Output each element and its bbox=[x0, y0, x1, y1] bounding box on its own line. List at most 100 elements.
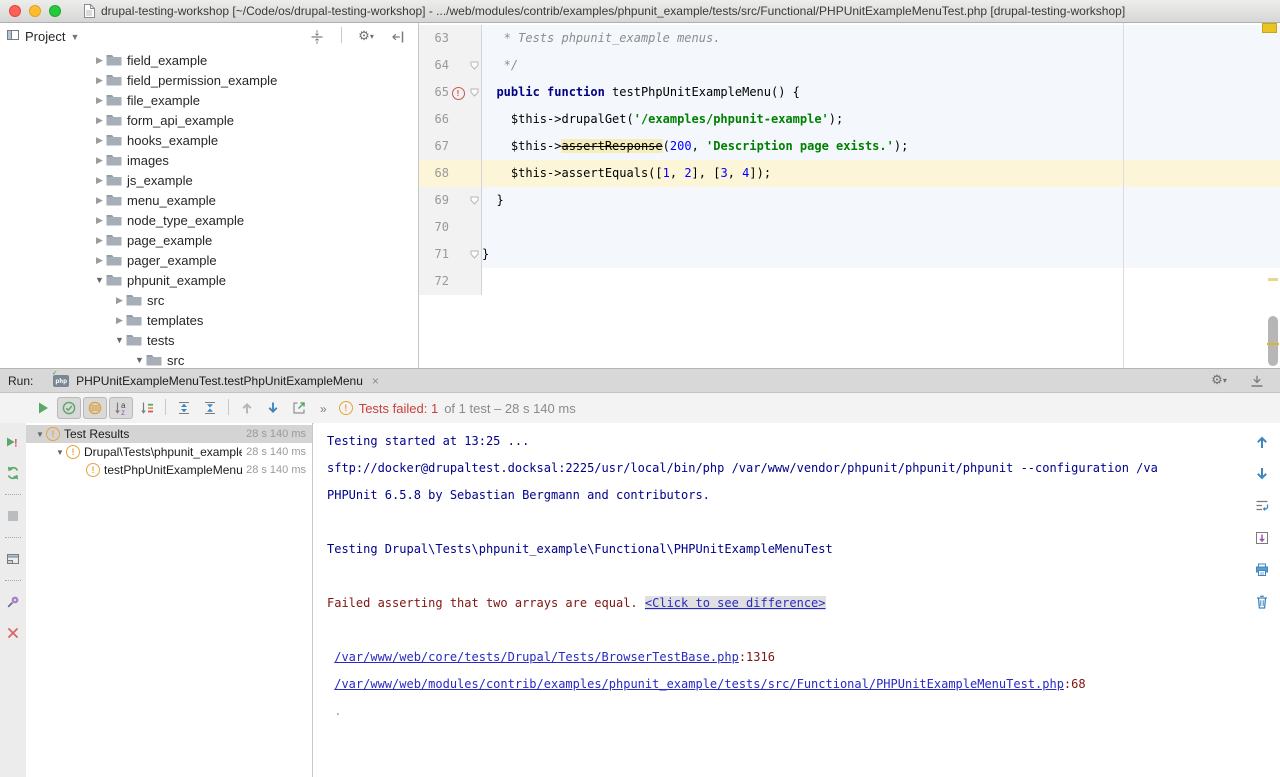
fold-region-icon[interactable] bbox=[467, 196, 481, 205]
project-tree-item-hooks_example[interactable]: ▶hooks_example bbox=[0, 130, 417, 150]
chevron-down-icon[interactable]: ▼ bbox=[70, 32, 79, 42]
scroll-to-end-button[interactable] bbox=[1250, 527, 1274, 549]
previous-failed-test-button[interactable] bbox=[235, 397, 259, 419]
soft-wrap-button[interactable] bbox=[1250, 495, 1274, 517]
collapse-arrow-icon[interactable]: ▼ bbox=[93, 275, 106, 285]
settings-gear-button[interactable]: ⚙▾ bbox=[1207, 370, 1231, 392]
code-text[interactable]: $this->drupalGet('/examples/phpunit-exam… bbox=[481, 106, 1280, 133]
project-tree-item-pager_example[interactable]: ▶pager_example bbox=[0, 250, 417, 270]
up-the-stack-trace-button[interactable] bbox=[1250, 431, 1274, 453]
code-text[interactable] bbox=[481, 268, 1280, 295]
project-tree-item-form_api_example[interactable]: ▶form_api_example bbox=[0, 110, 417, 130]
collapse-panel-button[interactable] bbox=[305, 26, 329, 48]
restore-layout-button[interactable] bbox=[1, 548, 25, 570]
close-button[interactable] bbox=[1, 622, 25, 644]
rerun-failed-tests-button[interactable]: ! bbox=[1, 431, 25, 453]
run-tab[interactable]: ✓php PHPUnitExampleMenuTest.testPhpUnitE… bbox=[47, 369, 385, 392]
hide-panel-button[interactable] bbox=[386, 26, 410, 48]
project-tree-item-tests[interactable]: ▼tests bbox=[0, 330, 417, 350]
expand-arrow-icon[interactable]: ▶ bbox=[93, 195, 106, 206]
code-text[interactable]: $this->assertEquals([1, 2], [3, 4]); bbox=[481, 160, 1280, 187]
fold-region-icon[interactable] bbox=[467, 250, 481, 259]
project-tree-item-phpunit_example[interactable]: ▼phpunit_example bbox=[0, 270, 417, 290]
clear-all-button[interactable] bbox=[1250, 591, 1274, 613]
show-ignored-button[interactable] bbox=[83, 397, 107, 419]
zoom-window-button[interactable] bbox=[49, 5, 61, 17]
expand-arrow-icon[interactable]: ▶ bbox=[93, 115, 106, 126]
collapse-arrow-icon[interactable]: ▼ bbox=[34, 430, 46, 439]
stop-button[interactable] bbox=[1, 505, 25, 527]
expand-all-button[interactable] bbox=[172, 397, 196, 419]
sort-by-duration-button[interactable] bbox=[135, 397, 159, 419]
editor-line-70[interactable]: 70 bbox=[419, 214, 1280, 241]
code-text[interactable]: * Tests phpunit_example menus. bbox=[481, 25, 1280, 52]
code-text[interactable]: } bbox=[481, 187, 1280, 214]
diff-link[interactable]: <Click to see difference> bbox=[645, 596, 826, 610]
project-tree-item-field_permission_example[interactable]: ▶field_permission_example bbox=[0, 70, 417, 90]
project-tree-item-file_example[interactable]: ▶file_example bbox=[0, 90, 417, 110]
expand-arrow-icon[interactable]: ▶ bbox=[93, 155, 106, 166]
test-tree-row[interactable]: !testPhpUnitExampleMenu28 s 140 ms bbox=[26, 461, 312, 479]
project-tree-item-menu_example[interactable]: ▶menu_example bbox=[0, 190, 417, 210]
project-tree-item-js_example[interactable]: ▶js_example bbox=[0, 170, 417, 190]
expand-arrow-icon[interactable]: ▶ bbox=[113, 315, 126, 326]
code-text[interactable] bbox=[481, 214, 1280, 241]
code-editor[interactable]: 63 * Tests phpunit_example menus.64 */65… bbox=[418, 23, 1280, 368]
editor-line-72[interactable]: 72 bbox=[419, 268, 1280, 295]
rerun-button[interactable] bbox=[1, 462, 25, 484]
sort-alphabetically-button[interactable]: az bbox=[109, 397, 133, 419]
minimize-window-button[interactable] bbox=[29, 5, 41, 17]
project-tree-item-node_type_example[interactable]: ▶node_type_example bbox=[0, 210, 417, 230]
expand-arrow-icon[interactable]: ▶ bbox=[93, 175, 106, 186]
editor-line-64[interactable]: 64 */ bbox=[419, 52, 1280, 79]
import-test-results-button[interactable] bbox=[287, 397, 311, 419]
down-the-stack-trace-button[interactable] bbox=[1250, 463, 1274, 485]
inspection-indicator[interactable] bbox=[1262, 23, 1277, 33]
code-text[interactable]: } bbox=[481, 241, 1280, 268]
close-tab-icon[interactable]: × bbox=[372, 374, 379, 388]
editor-line-67[interactable]: 67 $this->assertResponse(200, 'Descripti… bbox=[419, 133, 1280, 160]
editor-scrollbar[interactable] bbox=[1268, 316, 1278, 366]
test-tree-row[interactable]: ▼!Drupal\Tests\phpunit_example\Functiona… bbox=[26, 443, 312, 461]
fold-region-icon[interactable] bbox=[467, 61, 481, 70]
collapse-arrow-icon[interactable]: ▼ bbox=[54, 448, 66, 457]
next-failed-test-button[interactable] bbox=[261, 397, 285, 419]
expand-arrow-icon[interactable]: ▶ bbox=[93, 235, 106, 246]
expand-arrow-icon[interactable]: ▶ bbox=[93, 255, 106, 266]
close-window-button[interactable] bbox=[9, 5, 21, 17]
project-tree-item-src[interactable]: ▼src bbox=[0, 350, 417, 368]
test-tree-row[interactable]: ▼!Test Results28 s 140 ms bbox=[26, 425, 312, 443]
code-text[interactable]: $this->assertResponse(200, 'Description … bbox=[481, 133, 1280, 160]
editor-line-63[interactable]: 63 * Tests phpunit_example menus. bbox=[419, 25, 1280, 52]
print-button[interactable] bbox=[1250, 559, 1274, 581]
project-panel-title[interactable]: Project bbox=[25, 29, 65, 44]
hide-panel-button[interactable] bbox=[1245, 370, 1269, 392]
expand-arrow-icon[interactable]: ▶ bbox=[93, 95, 106, 106]
project-tree-item-templates[interactable]: ▶templates bbox=[0, 310, 417, 330]
settings-gear-button[interactable]: ⚙▾ bbox=[354, 26, 378, 48]
test-console[interactable]: Testing started at 13:25 ...sftp://docke… bbox=[314, 423, 1280, 777]
collapse-all-button[interactable] bbox=[198, 397, 222, 419]
project-tree-item-field_example[interactable]: ▶field_example bbox=[0, 50, 417, 70]
project-tree-item-page_example[interactable]: ▶page_example bbox=[0, 230, 417, 250]
fold-region-icon[interactable] bbox=[467, 88, 481, 97]
rerun-test-button[interactable] bbox=[31, 397, 55, 419]
editor-line-68[interactable]: 68 $this->assertEquals([1, 2], [3, 4]); bbox=[419, 160, 1280, 187]
editor-line-65[interactable]: 65! public function testPhpUnitExampleMe… bbox=[419, 79, 1280, 106]
failed-test-marker-icon[interactable]: ! bbox=[452, 87, 465, 100]
file-link[interactable]: /var/www/web/core/tests/Drupal/Tests/Bro… bbox=[334, 650, 739, 664]
expand-arrow-icon[interactable]: ▶ bbox=[113, 295, 126, 306]
pin-tab-button[interactable] bbox=[1, 591, 25, 613]
code-text[interactable]: */ bbox=[481, 52, 1280, 79]
collapse-arrow-icon[interactable]: ▼ bbox=[133, 355, 146, 365]
editor-line-66[interactable]: 66 $this->drupalGet('/examples/phpunit-e… bbox=[419, 106, 1280, 133]
editor-line-69[interactable]: 69 } bbox=[419, 187, 1280, 214]
expand-arrow-icon[interactable]: ▶ bbox=[93, 55, 106, 66]
editor-line-71[interactable]: 71} bbox=[419, 241, 1280, 268]
expand-arrow-icon[interactable]: ▶ bbox=[93, 215, 106, 226]
collapse-arrow-icon[interactable]: ▼ bbox=[113, 335, 126, 345]
expand-arrow-icon[interactable]: ▶ bbox=[93, 135, 106, 146]
project-tree-item-src[interactable]: ▶src bbox=[0, 290, 417, 310]
show-passed-button[interactable] bbox=[57, 397, 81, 419]
expand-arrow-icon[interactable]: ▶ bbox=[93, 75, 106, 86]
